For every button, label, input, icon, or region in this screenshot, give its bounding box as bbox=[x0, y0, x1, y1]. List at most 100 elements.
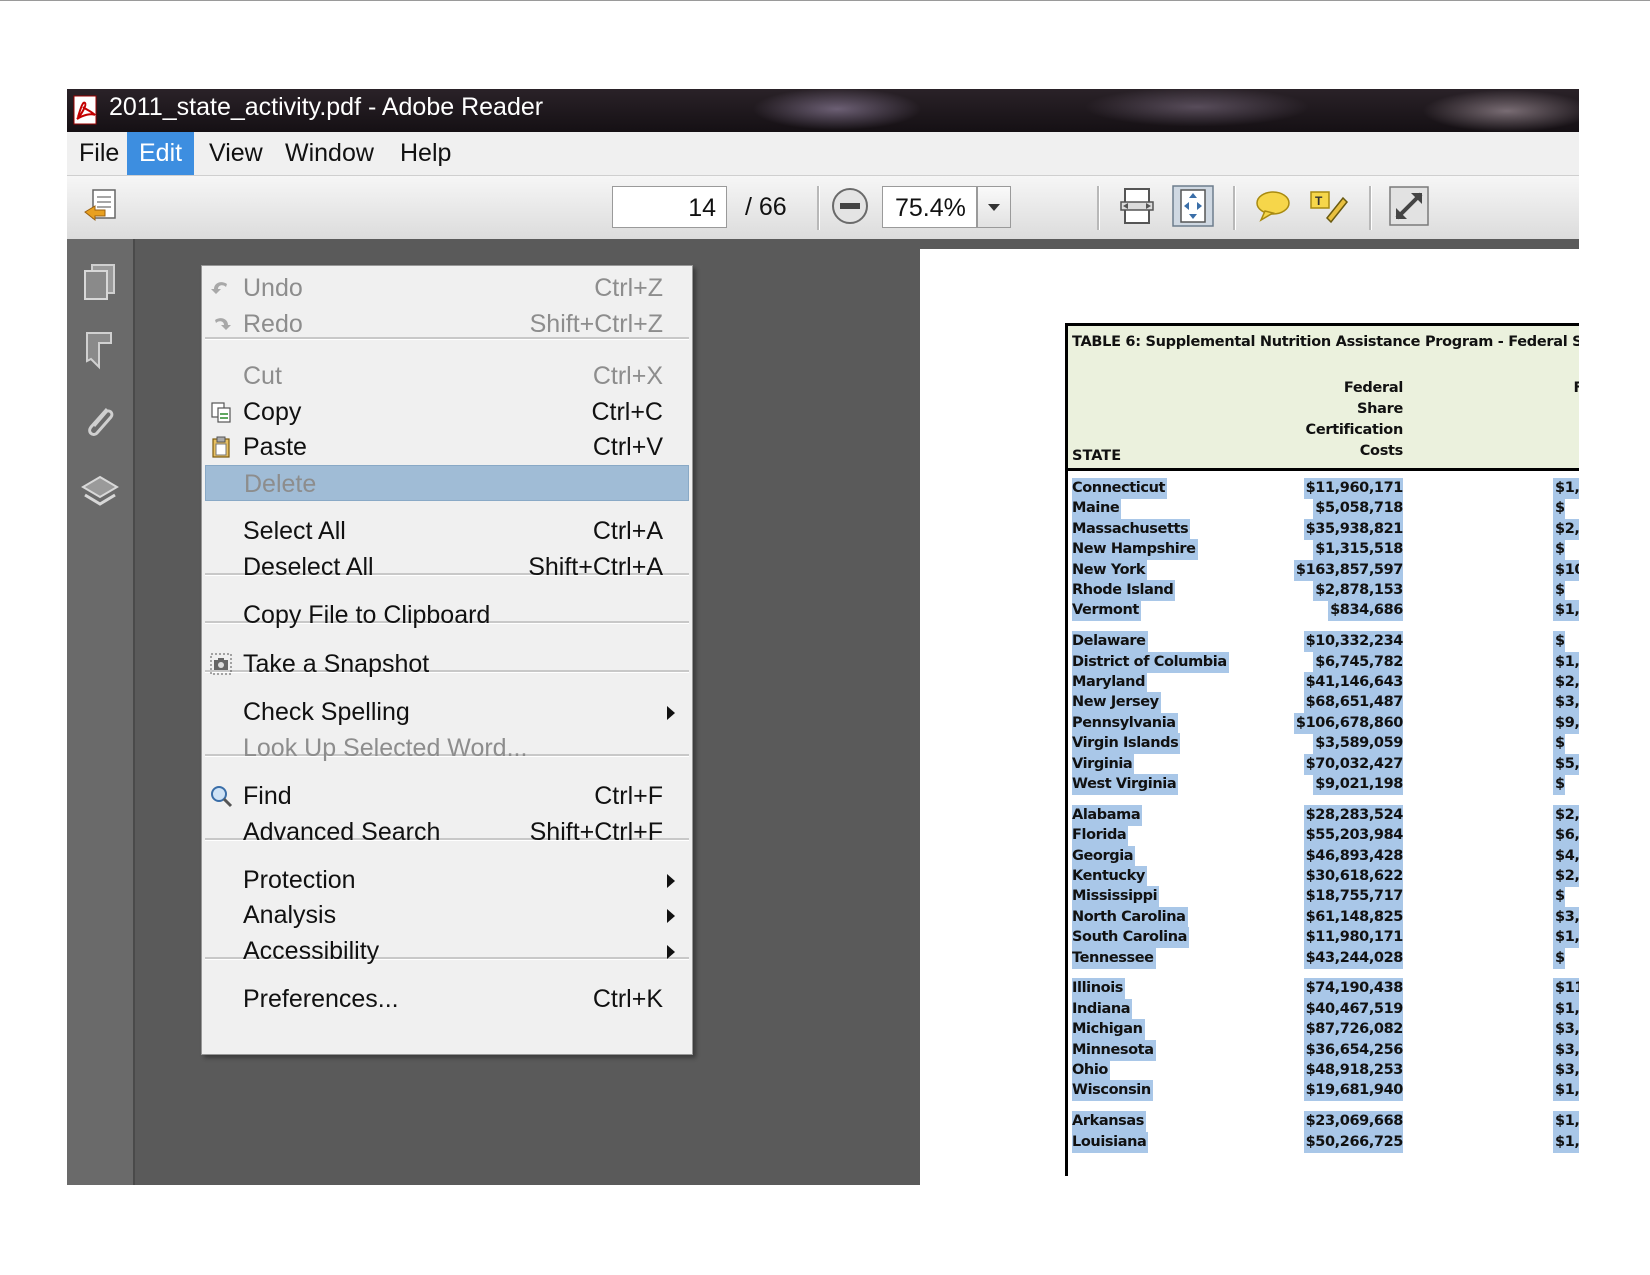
title-bar[interactable]: 2011_state_activity.pdf - Adobe Reader bbox=[67, 89, 1579, 132]
state-column-header: STATE bbox=[1072, 448, 1122, 464]
menu-item-shortcut: Ctrl+A bbox=[592, 517, 663, 545]
menu-item-label: Take a Snapshot bbox=[243, 650, 430, 678]
bookmark-icon[interactable] bbox=[79, 329, 121, 371]
second-column-cell: $11, bbox=[1553, 978, 1579, 999]
second-column-cell: $1, bbox=[1553, 1080, 1579, 1101]
state-name-cell: Alabama bbox=[1072, 805, 1143, 826]
state-name-cell: Massachusetts bbox=[1072, 519, 1191, 540]
table-row: Delaware $10,332,234 $ bbox=[1068, 631, 1579, 652]
toolbar: 14 / 66 75.4% T bbox=[67, 176, 1579, 241]
menu-item-cut[interactable]: Cut Ctrl+X bbox=[205, 358, 689, 394]
certification-cost-cell: $50,266,725 bbox=[1303, 1132, 1403, 1153]
state-name-cell: New Jersey bbox=[1072, 692, 1161, 713]
highlight-text-icon[interactable]: T bbox=[1307, 184, 1351, 228]
find-icon bbox=[211, 786, 233, 808]
certification-cost-cell: $36,654,256 bbox=[1303, 1040, 1403, 1061]
menu-item-delete[interactable]: Delete bbox=[205, 465, 689, 501]
menu-item-select-all[interactable]: Select All Ctrl+A bbox=[205, 513, 689, 549]
certification-cost-cell: $46,893,428 bbox=[1303, 846, 1403, 867]
menu-item-undo[interactable]: Undo Ctrl+Z bbox=[205, 270, 689, 306]
second-column-cell: $1, bbox=[1553, 927, 1579, 948]
menu-item-look-up-selected-word[interactable]: Look Up Selected Word... bbox=[205, 730, 689, 766]
certification-cost-cell: $1,315,518 bbox=[1313, 539, 1403, 560]
menu-item-analysis[interactable]: Analysis bbox=[205, 897, 689, 933]
second-column-cell: $3, bbox=[1553, 1040, 1579, 1061]
second-column-cell: $2, bbox=[1553, 672, 1579, 693]
menu-item-advanced-search[interactable]: Advanced Search Shift+Ctrl+F bbox=[205, 814, 689, 850]
fullscreen-icon[interactable] bbox=[1387, 184, 1431, 228]
state-name-cell: South Carolina bbox=[1072, 927, 1190, 948]
edit-menu-dropdown: Undo Ctrl+Z Redo Shift+Ctrl+Z Cut Ctrl+X Copy C… bbox=[201, 265, 693, 1055]
menu-item-protection[interactable]: Protection bbox=[205, 862, 689, 898]
certification-cost-cell: $6,745,782 bbox=[1313, 652, 1403, 673]
table-row: Virginia $70,032,427 $5, bbox=[1068, 754, 1579, 775]
menu-item-deselect-all[interactable]: Deselect All Shift+Ctrl+A bbox=[205, 549, 689, 585]
pdf-page[interactable]: TABLE 6: Supplemental Nutrition Assistan… bbox=[920, 249, 1579, 1185]
fit-page-icon[interactable] bbox=[1171, 184, 1215, 228]
menu-item-find[interactable]: Find Ctrl+F bbox=[205, 778, 689, 814]
menu-item-shortcut: Ctrl+C bbox=[591, 398, 663, 426]
second-column-cell: $5, bbox=[1553, 754, 1579, 775]
certification-cost-cell: $68,651,487 bbox=[1303, 692, 1403, 713]
menu-item-shortcut: Shift+Ctrl+A bbox=[528, 553, 663, 581]
table-row: Arkansas $23,069,668 $1, bbox=[1068, 1111, 1579, 1132]
certification-cost-cell: $19,681,940 bbox=[1303, 1080, 1403, 1101]
window-title: 2011_state_activity.pdf - Adobe Reader bbox=[109, 93, 544, 121]
menu-item-paste[interactable]: Paste Ctrl+V bbox=[205, 429, 689, 465]
zoom-dropdown-button[interactable] bbox=[977, 186, 1011, 228]
second-column-cell: $1, bbox=[1553, 999, 1579, 1020]
certification-cost-cell: $23,069,668 bbox=[1303, 1111, 1403, 1132]
state-name-cell: Georgia bbox=[1072, 846, 1136, 867]
second-column-cell: $ bbox=[1553, 498, 1565, 519]
menu-edit[interactable]: Edit bbox=[127, 132, 195, 175]
second-column-cell: $ bbox=[1553, 948, 1565, 969]
menu-view[interactable]: View bbox=[197, 132, 275, 175]
state-name-cell: Vermont bbox=[1072, 600, 1141, 621]
menu-bar: File Edit View Window Help bbox=[67, 132, 1579, 176]
state-name-cell: Virginia bbox=[1072, 754, 1135, 775]
second-column-cell: $1, bbox=[1553, 600, 1579, 621]
menu-item-check-spelling[interactable]: Check Spelling bbox=[205, 694, 689, 730]
table-row: New Jersey $68,651,487 $3, bbox=[1068, 692, 1579, 713]
menu-item-redo[interactable]: Redo Shift+Ctrl+Z bbox=[205, 306, 689, 342]
menu-item-label: Delete bbox=[244, 470, 317, 498]
menu-item-label: Advanced Search bbox=[243, 818, 441, 846]
menu-item-label: Undo bbox=[243, 274, 303, 302]
undo-icon bbox=[211, 282, 227, 294]
open-file-icon[interactable] bbox=[79, 184, 123, 228]
menu-item-label: Look Up Selected Word... bbox=[243, 734, 528, 762]
pages-icon[interactable] bbox=[79, 261, 121, 303]
attachment-icon[interactable] bbox=[79, 401, 121, 443]
state-name-cell: Tennessee bbox=[1072, 948, 1156, 969]
table-row: District of Columbia $6,745,782 $1, bbox=[1068, 652, 1579, 673]
second-column-cell: $3, bbox=[1553, 692, 1579, 713]
menu-item-take-a-snapshot[interactable]: Take a Snapshot bbox=[205, 646, 689, 682]
certification-cost-cell: $10,332,234 bbox=[1303, 631, 1403, 652]
state-name-cell: Indiana bbox=[1072, 999, 1133, 1020]
menu-item-preferences[interactable]: Preferences... Ctrl+K bbox=[205, 981, 689, 1017]
table-row: Indiana $40,467,519 $1, bbox=[1068, 999, 1579, 1020]
table-row: Vermont $834,686 $1, bbox=[1068, 600, 1579, 621]
menu-help[interactable]: Help bbox=[388, 132, 463, 175]
menu-item-copy-file-to-clipboard[interactable]: Copy File to Clipboard bbox=[205, 597, 689, 633]
page-number-input[interactable]: 14 bbox=[612, 186, 727, 228]
zoom-out-icon[interactable] bbox=[828, 184, 872, 228]
zoom-level-input[interactable]: 75.4% bbox=[882, 186, 977, 228]
menu-item-copy[interactable]: Copy Ctrl+C bbox=[205, 394, 689, 430]
menu-item-shortcut: Ctrl+V bbox=[592, 433, 663, 461]
top-border bbox=[0, 0, 1650, 1]
table-row: New Hampshire $1,315,518 $ bbox=[1068, 539, 1579, 560]
comment-icon[interactable] bbox=[1251, 184, 1295, 228]
menu-file[interactable]: File bbox=[67, 132, 131, 175]
second-column-cell: $ bbox=[1553, 580, 1565, 601]
state-name-cell: Ohio bbox=[1072, 1060, 1110, 1081]
menu-item-shortcut: Shift+Ctrl+Z bbox=[529, 310, 663, 338]
fit-width-icon[interactable] bbox=[1115, 184, 1159, 228]
state-name-cell: West Virginia bbox=[1072, 774, 1179, 795]
certification-cost-cell: $48,918,253 bbox=[1303, 1060, 1403, 1081]
state-name-cell: Delaware bbox=[1072, 631, 1148, 652]
layers-icon[interactable] bbox=[79, 471, 121, 513]
table-row: Connecticut $11,960,171 $1, bbox=[1068, 478, 1579, 499]
menu-item-accessibility[interactable]: Accessibility bbox=[205, 933, 689, 969]
menu-window[interactable]: Window bbox=[273, 132, 386, 175]
